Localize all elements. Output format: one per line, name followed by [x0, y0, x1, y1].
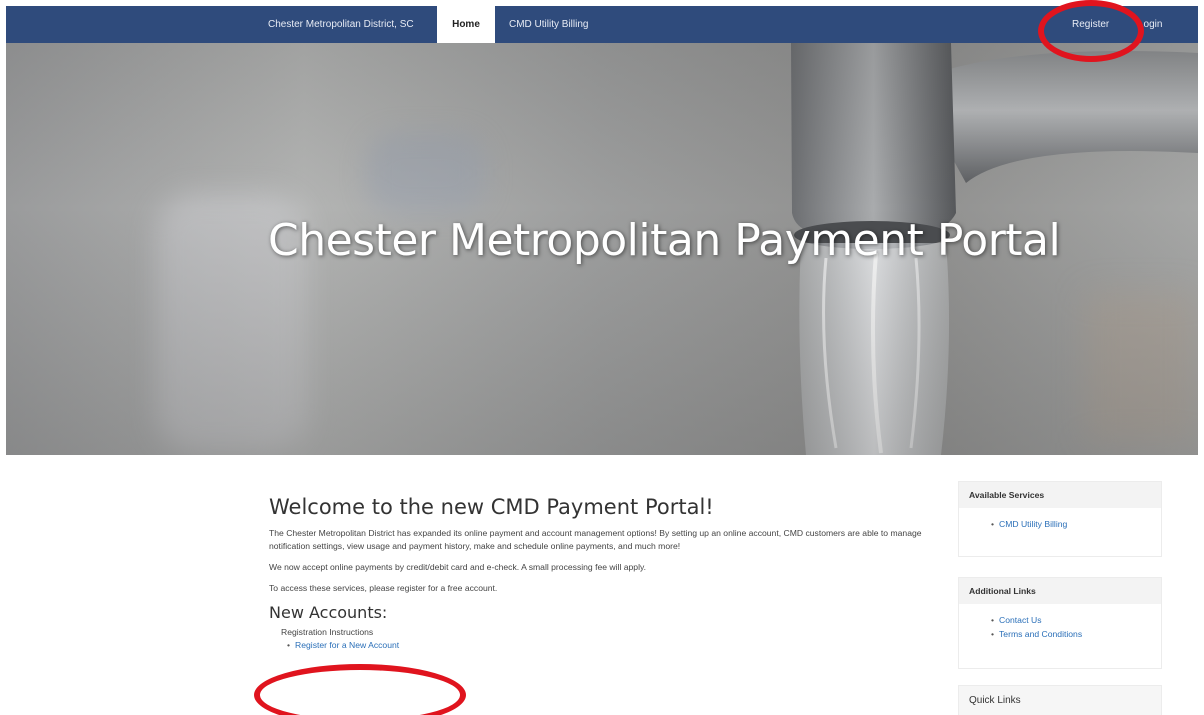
nav-utility-billing-link[interactable]: CMD Utility Billing	[509, 6, 588, 43]
access-paragraph: To access these services, please registe…	[269, 583, 498, 593]
hero-title: Chester Metropolitan Payment Portal	[268, 215, 1061, 266]
new-account-highlight-circle	[254, 664, 466, 715]
nav-home-tab[interactable]: Home	[437, 6, 495, 43]
main-content: Welcome to the new CMD Payment Portal! T…	[269, 495, 929, 650]
hero-banner: Chester Metropolitan Payment Portal	[6, 43, 1198, 455]
new-accounts-heading: New Accounts:	[269, 603, 388, 622]
terms-conditions-link[interactable]: Terms and Conditions	[991, 627, 1161, 641]
payments-paragraph: We now accept online payments by credit/…	[269, 562, 647, 572]
nav-register-link[interactable]: Register	[1072, 6, 1109, 43]
quick-links-panel: Quick Links	[958, 685, 1162, 715]
nav-login-link[interactable]: Login	[1138, 6, 1162, 43]
welcome-heading: Welcome to the new CMD Payment Portal!	[269, 495, 714, 519]
service-utility-billing-link[interactable]: CMD Utility Billing	[991, 517, 1161, 531]
new-account-links: Register for a New Account	[287, 640, 929, 650]
top-navbar: Chester Metropolitan District, SC Home C…	[6, 6, 1198, 43]
register-new-account-link[interactable]: Register for a New Account	[287, 640, 929, 650]
intro-paragraph: The Chester Metropolitan District has ex…	[269, 528, 922, 551]
available-services-heading: Available Services	[959, 482, 1161, 508]
registration-instructions-text: Registration Instructions	[281, 627, 374, 637]
quick-links-heading: Quick Links	[959, 686, 1161, 715]
additional-links-heading: Additional Links	[959, 578, 1161, 604]
additional-links-panel: Additional Links Contact Us Terms and Co…	[958, 577, 1162, 669]
nav-brand-link[interactable]: Chester Metropolitan District, SC	[268, 6, 414, 43]
contact-us-link[interactable]: Contact Us	[991, 613, 1161, 627]
available-services-panel: Available Services CMD Utility Billing	[958, 481, 1162, 557]
